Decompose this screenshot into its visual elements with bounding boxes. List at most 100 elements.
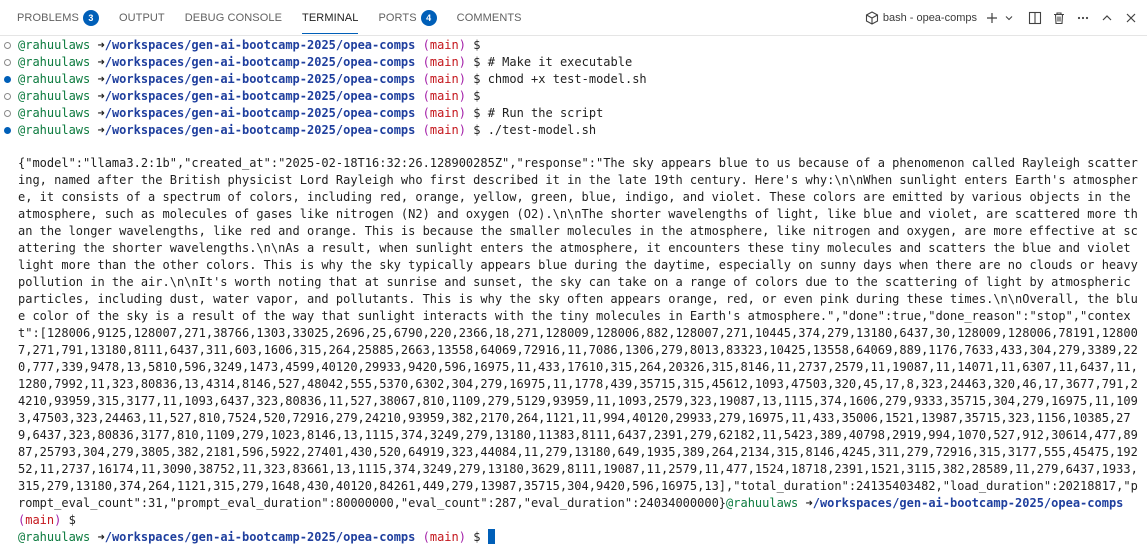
kill-terminal-button[interactable] (1049, 8, 1069, 28)
terminal-command-line: @rahuulaws ➜/workspaces/gen-ai-bootcamp-… (0, 71, 1147, 88)
prompt-branch: main (429, 106, 459, 120)
tab-label: DEBUG CONSOLE (184, 12, 283, 24)
terminal-command-line: @rahuulaws ➜/workspaces/gen-ai-bootcamp-… (0, 54, 1147, 71)
command-text: chmod +x test-model.sh (487, 72, 647, 86)
plus-icon (987, 13, 997, 23)
maximize-panel-button[interactable] (1097, 8, 1117, 28)
prompt-symbol: $ (473, 72, 481, 86)
terminal-output: {"model":"llama3.2:1b","created_at":"202… (18, 155, 1145, 546)
terminal-selector[interactable]: bash - opea-comps (865, 11, 977, 25)
branch-paren: ( (422, 55, 430, 69)
terminal-profiles-dropdown[interactable] (1003, 8, 1015, 28)
branch-paren: ) (458, 38, 466, 52)
terminal-name: bash - opea-comps (882, 12, 977, 24)
command-decoration-icon[interactable] (4, 110, 11, 117)
prompt-symbol: $ (473, 38, 481, 52)
terminal-content[interactable]: @rahuulaws ➜/workspaces/gen-ai-bootcamp-… (0, 36, 1147, 544)
branch-paren: ) (54, 513, 62, 527)
tab-ports[interactable]: PORTS 4 (369, 0, 445, 36)
tab-terminal[interactable]: TERMINAL (293, 0, 367, 36)
prompt-user: @rahuulaws (18, 89, 91, 103)
prompt-arrow: ➜ (805, 496, 813, 510)
tab-comments[interactable]: COMMENTS (448, 0, 531, 36)
panel-actions: bash - opea-comps (865, 0, 1147, 36)
prompt-user: @rahuulaws (18, 72, 91, 86)
prompt-path: /workspaces/gen-ai-bootcamp-2025/opea-co… (104, 38, 416, 52)
prompt-symbol: $ (473, 530, 481, 544)
new-terminal-button[interactable] (983, 8, 1001, 28)
prompt-path: /workspaces/gen-ai-bootcamp-2025/opea-co… (104, 106, 416, 120)
prompt-branch: main (25, 513, 55, 527)
prompt-branch: main (429, 38, 459, 52)
command-decoration-icon[interactable] (4, 42, 11, 49)
tab-output[interactable]: OUTPUT (110, 0, 174, 36)
chevron-up-icon (1102, 15, 1112, 21)
tab-label: OUTPUT (118, 12, 165, 24)
command-decoration-icon[interactable] (4, 93, 11, 100)
prompt-path: /workspaces/gen-ai-bootcamp-2025/opea-co… (104, 123, 416, 137)
branch-paren: ) (458, 89, 466, 103)
terminal-icon (865, 11, 878, 25)
prompt-symbol: $ (473, 89, 481, 103)
panel-tab-bar: PROBLEMS 3 OUTPUT DEBUG CONSOLE TERMINAL… (0, 0, 1147, 36)
command-text: # Make it executable (487, 55, 633, 69)
branch-paren: ( (422, 530, 430, 544)
trash-icon (1054, 12, 1064, 25)
branch-paren: ) (458, 72, 466, 86)
command-success-icon[interactable] (4, 76, 11, 83)
prompt-arrow: ➜ (97, 123, 105, 137)
prompt-user: @rahuulaws (726, 496, 799, 510)
chevron-down-icon (1005, 16, 1013, 21)
prompt-symbol: $ (473, 55, 481, 69)
prompt-user: @rahuulaws (18, 38, 91, 52)
prompt-user: @rahuulaws (18, 106, 91, 120)
panel-tabs: PROBLEMS 3 OUTPUT DEBUG CONSOLE TERMINAL… (0, 0, 533, 36)
tab-label: TERMINAL (302, 12, 359, 24)
prompt-branch: main (429, 123, 459, 137)
prompt-arrow: ➜ (97, 38, 105, 52)
command-success-icon[interactable] (4, 127, 11, 134)
more-actions-button[interactable] (1073, 8, 1093, 28)
split-icon (1028, 11, 1042, 25)
terminal-cursor (487, 529, 495, 544)
tab-label: COMMENTS (456, 12, 522, 24)
prompt-symbol: $ (473, 123, 481, 137)
split-terminal-button[interactable] (1025, 8, 1045, 28)
tab-debug-console[interactable]: DEBUG CONSOLE (176, 0, 291, 36)
branch-paren: ) (458, 123, 466, 137)
prompt-path: /workspaces/gen-ai-bootcamp-2025/opea-co… (104, 72, 416, 86)
prompt-path: /workspaces/gen-ai-bootcamp-2025/opea-co… (104, 89, 416, 103)
terminal-command-line: @rahuulaws ➜/workspaces/gen-ai-bootcamp-… (0, 122, 1147, 139)
command-decoration-icon[interactable] (4, 59, 11, 66)
problems-count-badge: 3 (82, 10, 99, 26)
branch-paren: ) (458, 530, 466, 544)
close-icon (1126, 13, 1136, 23)
prompt-symbol: $ (473, 106, 481, 120)
prompt-arrow: ➜ (97, 106, 105, 120)
branch-paren: ( (422, 72, 430, 86)
prompt-arrow: ➜ (97, 72, 105, 86)
prompt-arrow: ➜ (97, 530, 105, 544)
prompt-arrow: ➜ (97, 55, 105, 69)
prompt-symbol: $ (68, 513, 76, 527)
prompt-arrow: ➜ (97, 89, 105, 103)
prompt-user: @rahuulaws (18, 55, 91, 69)
prompt-branch: main (429, 530, 459, 544)
ports-count-badge: 4 (420, 10, 437, 26)
branch-paren: ( (422, 89, 430, 103)
prompt-branch: main (429, 89, 459, 103)
command-text: ./test-model.sh (487, 123, 597, 137)
prompt-path: /workspaces/gen-ai-bootcamp-2025/opea-co… (812, 496, 1124, 510)
terminal-command-line: @rahuulaws ➜/workspaces/gen-ai-bootcamp-… (0, 88, 1147, 105)
terminal-command-line: @rahuulaws ➜/workspaces/gen-ai-bootcamp-… (0, 37, 1147, 54)
terminal-command-line: @rahuulaws ➜/workspaces/gen-ai-bootcamp-… (0, 105, 1147, 122)
tab-problems[interactable]: PROBLEMS 3 (0, 0, 108, 36)
branch-paren: ( (422, 123, 430, 137)
close-panel-button[interactable] (1121, 8, 1141, 28)
prompt-branch: main (429, 55, 459, 69)
branch-paren: ( (422, 106, 430, 120)
branch-paren: ( (422, 38, 430, 52)
prompt-path: /workspaces/gen-ai-bootcamp-2025/opea-co… (104, 530, 416, 544)
branch-paren: ) (458, 106, 466, 120)
prompt-branch: main (429, 72, 459, 86)
